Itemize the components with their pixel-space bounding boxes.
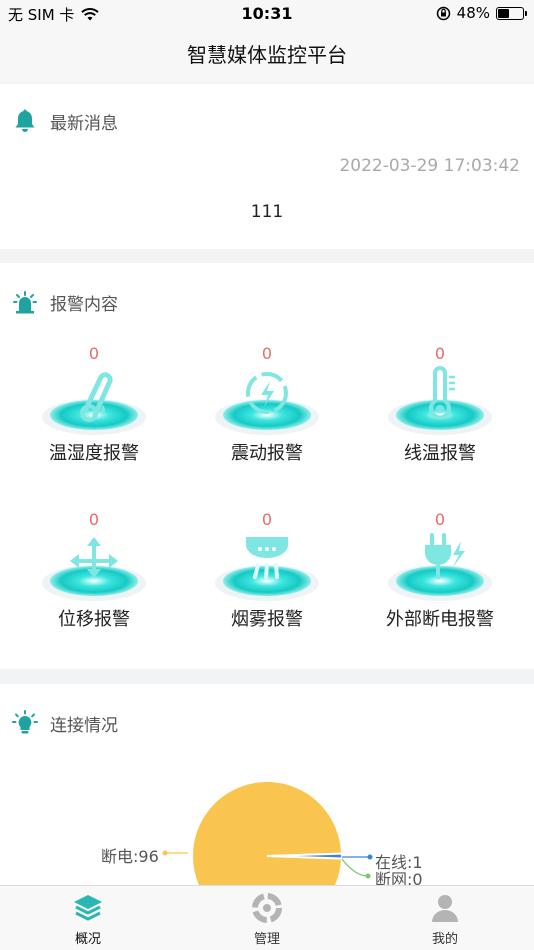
thermometer-humidity-icon [39,365,149,437]
alarm-item-line-temperature[interactable]: 0 线温报警 [360,343,520,465]
alarm-item-power-outage[interactable]: 0 外部断电报警 [360,509,520,631]
battery-icon [496,6,527,20]
connection-pie-chart [162,779,373,885]
management-icon [252,893,282,923]
alarm-count: 0 [434,344,446,363]
tab-label: 概况 [74,932,101,947]
orientation-lock-icon [436,6,450,20]
alarm-count: 0 [261,510,273,529]
bell-icon [15,109,35,132]
user-icon [432,895,458,922]
alarm-count: 0 [88,510,100,529]
news-timestamp: 2022-03-29 17:03:42 [339,156,520,176]
alarm-item-vibration[interactable]: 0 震动报警 [187,343,347,465]
tab-label: 我的 [431,932,458,947]
alarm-label: 震动报警 [231,443,303,464]
news-content[interactable]: 111 [0,202,534,222]
connection-card: 连接情况 断电:96 在线:1 断网:0 [0,684,534,885]
status-right: 48% [436,4,527,22]
alarm-count: 0 [434,510,446,529]
alarm-header: 报警内容 [12,289,118,315]
news-card: 最新消息 2022-03-29 17:03:42 111 [0,84,534,249]
alarm-card: 报警内容 0 温湿度报警 0 震动报警 0 线温报警 0 位移报警 0 烟雾报警… [0,263,534,669]
leader-online-dot [367,854,373,860]
line-temperature-icon [385,365,495,437]
alarm-label: 温湿度报警 [49,443,139,464]
power-plug-icon [385,531,495,603]
tab-overview[interactable]: 概况 [48,892,128,947]
alarm-count: 0 [88,344,100,363]
tab-mine[interactable]: 我的 [405,892,485,947]
alarm-label: 外部断电报警 [386,609,494,630]
tab-management[interactable]: 管理 [227,892,307,947]
alarm-label: 位移报警 [58,609,130,630]
pie-label-offline: 断网:0 [375,870,423,885]
alarm-item-smoke[interactable]: 0 烟雾报警 [187,509,347,631]
news-header: 最新消息 [12,108,118,134]
overview-layers-icon [74,895,102,921]
alarm-title: 报警内容 [50,294,118,315]
alarm-item-temperature-humidity[interactable]: 0 温湿度报警 [14,343,174,465]
pie-slice-power-off[interactable] [191,779,343,885]
vibration-icon [212,365,322,437]
tab-label: 管理 [253,932,280,947]
pie-label-power-off: 断电:96 [101,847,159,866]
battery-percent: 48% [456,4,490,22]
smoke-detector-icon [212,531,322,603]
status-bar: 无 SIM 卡 10:31 48% [0,0,534,28]
alarm-label: 线温报警 [404,443,476,464]
alarm-label: 烟雾报警 [231,609,303,630]
displacement-icon [39,531,149,603]
page-title: 智慧媒体监控平台 [0,28,534,82]
news-title: 最新消息 [50,113,118,134]
leader-offline [341,858,369,877]
leader-offline-dot [365,873,371,879]
alarm-item-displacement[interactable]: 0 位移报警 [14,509,174,631]
alarm-count: 0 [261,344,273,363]
tab-bar: 概况 管理 我的 [0,885,534,950]
leader-power-off-dot [162,850,168,856]
siren-icon [13,291,37,314]
